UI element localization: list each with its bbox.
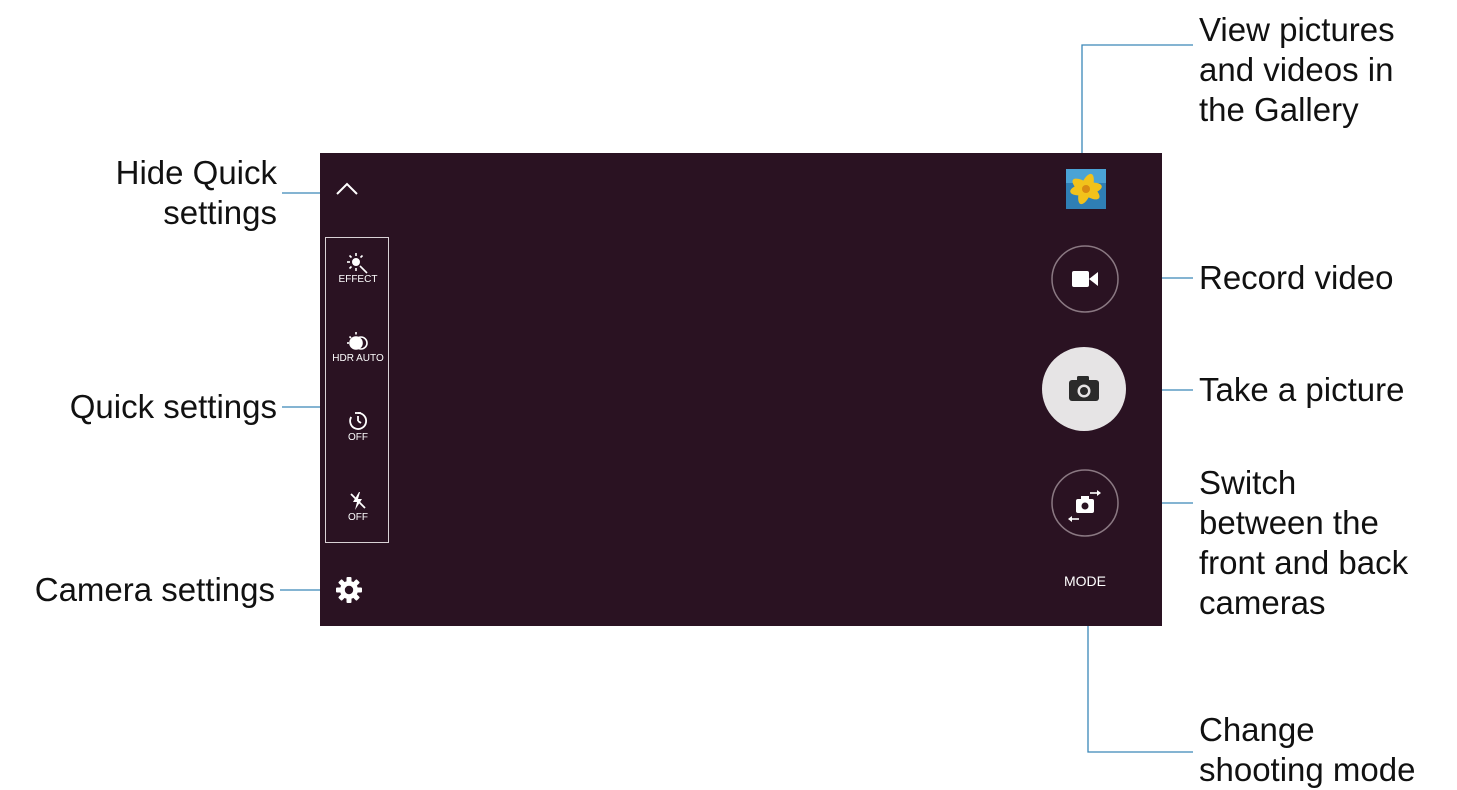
camera-settings-button[interactable] [335,576,363,609]
camera-viewfinder[interactable]: EFFECT HDR AUTO OFF OFF MODE [320,153,1162,626]
switch-camera-callout-line-4: cameras [1199,584,1326,621]
switch-camera-callout-line-3: front and back [1199,544,1409,581]
take-picture-callout-line-1: Take a picture [1199,371,1405,408]
take-picture-callout: Take a picture [1199,370,1404,410]
gallery-thumbnail-button[interactable] [1066,169,1106,214]
quick-setting-timer[interactable]: OFF [326,410,390,472]
camera-settings-callout-line-1: Camera settings [34,571,275,608]
effect-icon [347,253,368,274]
camera-settings-callout: Camera settings [35,570,275,610]
switch-camera-callout: Switch between the front and back camera… [1199,463,1408,623]
mode-button[interactable]: MODE [1060,573,1110,589]
gallery-callout: View pictures and videos in the Gallery [1199,10,1395,130]
change-mode-callout-line-1: Change [1199,711,1315,748]
change-mode-callout-line [1087,626,1193,753]
hide-quick-callout-line-2: settings [163,194,277,231]
hide-quick-callout: Hide Quick settings [116,153,277,233]
quick-settings-callout-line-1: Quick settings [69,388,277,425]
switch-camera-callout-line-1: Switch [1199,464,1297,501]
gear-icon [336,577,362,603]
quick-setting-hdr[interactable]: HDR AUTO [326,331,390,393]
flash-label: OFF [348,512,368,523]
record-video-icon [1051,245,1119,313]
gallery-callout-line-1: View pictures [1199,11,1395,48]
effect-label: EFFECT [338,274,378,285]
flash-off-icon [350,492,366,510]
hdr-label: HDR AUTO [332,353,384,364]
change-mode-callout: Change shooting mode [1199,710,1415,790]
quick-settings-callout: Quick settings [70,387,277,427]
gallery-callout-line [1081,44,1193,153]
chevron-up-icon [336,182,358,195]
hdr-icon [347,332,368,350]
hide-quick-callout-line-1: Hide Quick [115,154,277,191]
quick-setting-effect[interactable]: EFFECT [326,252,390,314]
quick-settings-panel: EFFECT HDR AUTO OFF OFF [325,237,389,543]
timer-icon [349,412,367,430]
switch-camera-icon [1051,469,1119,537]
switch-camera-callout-line-2: between the [1199,504,1379,541]
switch-camera-button[interactable] [1050,468,1120,543]
quick-setting-flash[interactable]: OFF [326,490,390,552]
record-video-button[interactable] [1050,244,1120,319]
gallery-callout-line-2: and videos in [1199,51,1394,88]
take-picture-button[interactable] [1041,346,1127,437]
gallery-thumbnail-icon [1066,169,1106,209]
change-mode-callout-line-2: shooting mode [1199,751,1416,788]
record-video-callout-line-1: Record video [1199,259,1394,296]
timer-label: OFF [348,432,368,443]
gallery-callout-line-3: the Gallery [1199,91,1359,128]
record-video-callout: Record video [1199,258,1393,298]
hide-quick-settings-button[interactable] [334,179,360,204]
shutter-icon [1042,347,1126,431]
